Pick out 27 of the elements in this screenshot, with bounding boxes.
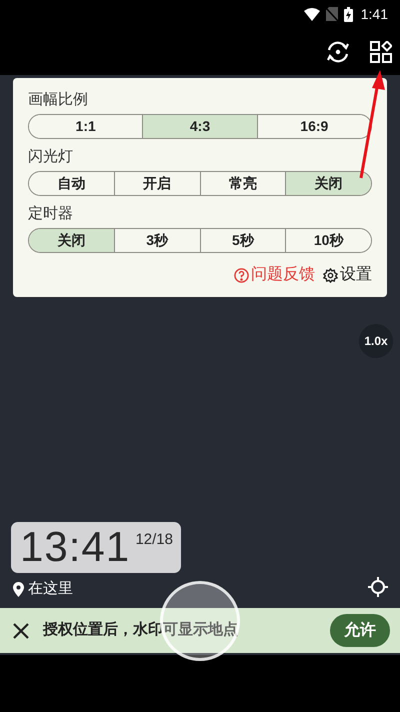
section-label: 闪光灯 <box>28 147 74 167</box>
allow-button[interactable]: 允许 <box>330 614 390 647</box>
wifi-icon <box>304 8 320 20</box>
close-icon[interactable] <box>13 622 29 638</box>
watermark-date: 12/18 <box>135 530 173 550</box>
segment-option[interactable]: 4:3 <box>142 115 257 138</box>
switch-camera-icon[interactable] <box>326 40 350 64</box>
zoom-button[interactable]: 1.0x <box>359 324 393 358</box>
segment-option[interactable]: 关闭 <box>29 229 114 252</box>
locate-icon[interactable] <box>368 577 388 597</box>
watermark-time: 13:41 <box>20 522 130 572</box>
battery-charging-icon <box>344 6 353 22</box>
location-label: 在这里 <box>28 579 73 599</box>
segment-option[interactable]: 关闭 <box>285 172 371 195</box>
no-sim-icon <box>326 7 338 21</box>
section-label: 画幅比例 <box>28 90 89 110</box>
settings-icon <box>323 268 338 282</box>
settings-link[interactable]: 设置 <box>323 263 372 287</box>
segment-option[interactable]: 10秒 <box>285 229 371 252</box>
help-icon <box>234 268 249 282</box>
section-label: 定时器 <box>28 204 74 224</box>
segment-option[interactable]: 16:9 <box>256 115 371 138</box>
status-time: 1:41 <box>360 4 388 24</box>
grid-icon[interactable] <box>370 40 392 62</box>
feedback-link[interactable]: 问题反馈 <box>234 263 315 287</box>
location-pin-icon <box>13 582 24 597</box>
banner-message: 授权位置后，水印可显示地点 <box>43 620 238 640</box>
